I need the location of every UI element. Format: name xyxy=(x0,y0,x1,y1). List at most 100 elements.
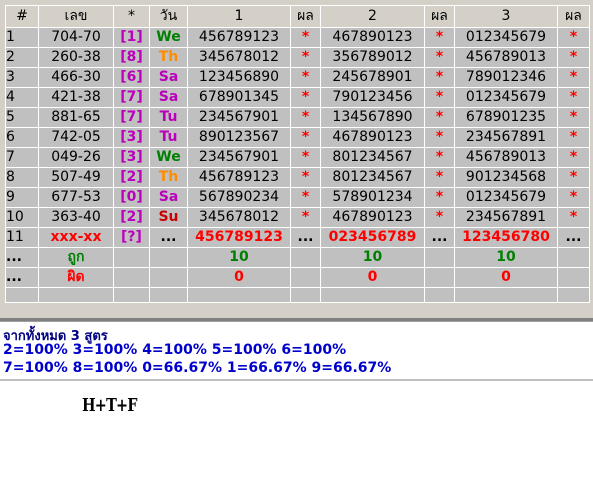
column-header[interactable]: ผล xyxy=(424,5,455,28)
ellipsis: ... xyxy=(290,227,321,248)
empty-cell xyxy=(290,287,321,303)
lottery-number: 421-38 xyxy=(38,87,114,108)
ellipsis: ... xyxy=(424,227,455,248)
result-2-mark: * xyxy=(424,67,455,88)
formula-1-digits: 123456890 xyxy=(187,67,291,88)
result-2-mark: * xyxy=(424,47,455,68)
lottery-number: 881-65 xyxy=(38,107,114,128)
result-1-mark: * xyxy=(290,207,321,228)
empty-cell xyxy=(290,267,321,288)
bracket-digit: [7] xyxy=(113,107,150,128)
row-number: 4 xyxy=(5,87,39,108)
result-2-mark: * xyxy=(424,187,455,208)
formula-2-digits: 467890123 xyxy=(320,127,425,148)
table-row[interactable]: 8 507-49 [2] Th 456789123 * 801234567 * 90123456… xyxy=(5,167,590,188)
result-2-mark: * xyxy=(424,87,455,108)
ellipsis: ... xyxy=(149,227,188,248)
formula-3-digits: 901234568 xyxy=(454,167,558,188)
result-3-mark: * xyxy=(557,147,590,168)
table-row[interactable]: 2 260-38 [8] Th 345678012 * 356789012 * 45678901… xyxy=(5,47,590,68)
table-row[interactable]: 4 421-38 [7] Sa 678901345 * 790123456 * 01234567… xyxy=(5,87,590,108)
formula-3-digits: 678901235 xyxy=(454,107,558,128)
pending-row[interactable]: 11 xxx-xx [?]... 456789123... 023456789... 12… xyxy=(5,227,590,248)
bracket-digit: [3] xyxy=(113,147,150,168)
result-3-mark: * xyxy=(557,207,590,228)
row-number: ... xyxy=(5,267,39,288)
prediction-2: 023456789 xyxy=(320,227,425,248)
bracket-digit: [6] xyxy=(113,67,150,88)
row-number: 9 xyxy=(5,187,39,208)
results-grid: # เลข * วัน 1 ผล 2 ผล 3 ผล 1 704-70 [1] We 456789123 * 4… xyxy=(0,0,593,318)
column-header[interactable]: * xyxy=(113,5,150,28)
row-number: 8 xyxy=(5,167,39,188)
column-header[interactable]: 1 xyxy=(187,5,291,28)
column-header[interactable]: # xyxy=(5,5,39,28)
formula-1-digits: 567890234 xyxy=(187,187,291,208)
column-header[interactable]: ผล xyxy=(290,5,321,28)
lottery-number: 677-53 xyxy=(38,187,114,208)
formula-1-digits: 345678012 xyxy=(187,47,291,68)
result-2-mark: * xyxy=(424,207,455,228)
formula-1-digits: 890123567 xyxy=(187,127,291,148)
column-header[interactable]: 3 xyxy=(454,5,558,28)
row-number: 6 xyxy=(5,127,39,148)
formula-2-digits: 790123456 xyxy=(320,87,425,108)
row-number: 5 xyxy=(5,107,39,128)
empty-cell xyxy=(113,287,150,303)
result-1-mark: * xyxy=(290,27,321,48)
empty-cell xyxy=(557,247,590,268)
empty-cell xyxy=(38,287,114,303)
result-2-mark: * xyxy=(424,27,455,48)
row-number: 2 xyxy=(5,47,39,68)
bracket-digit: [2] xyxy=(113,167,150,188)
table-header-row: # เลข * วัน 1 ผล 2 ผล 3 ผล xyxy=(5,5,590,28)
formula-1-digits: 456789123 xyxy=(187,27,291,48)
row-number: 11 xyxy=(5,227,39,248)
column-header[interactable]: วัน xyxy=(149,5,188,28)
formula-3-digits: 234567891 xyxy=(454,127,558,148)
result-3-mark: * xyxy=(557,187,590,208)
formula-2-digits: 801234567 xyxy=(320,147,425,168)
stat-value-2: 0 xyxy=(320,267,425,288)
table-row[interactable]: 3 466-30 [6] Sa 123456890 * 245678901 * 78901234… xyxy=(5,67,590,88)
column-header[interactable]: ผล xyxy=(557,5,590,28)
empty-cell xyxy=(557,267,590,288)
weekday: Sa xyxy=(149,87,188,108)
formula-3-digits: 789012346 xyxy=(454,67,558,88)
bracket-digit: [2] xyxy=(113,207,150,228)
summary-stats-line-1: 2=100% 3=100% 4=100% 5=100% 6=100% xyxy=(3,342,347,358)
column-header[interactable]: เลข xyxy=(38,5,114,28)
table-row[interactable]: 9 677-53 [0] Sa 567890234 * 578901234 * 01234567… xyxy=(5,187,590,208)
empty-cell xyxy=(5,287,39,303)
table-row[interactable]: 6 742-05 [3] Tu 890123567 * 467890123 * 23456789… xyxy=(5,127,590,148)
result-1-mark: * xyxy=(290,187,321,208)
result-2-mark: * xyxy=(424,107,455,128)
pending-bracket: [?] xyxy=(113,227,150,248)
empty-cell xyxy=(290,247,321,268)
bracket-digit: [7] xyxy=(113,87,150,108)
table-row[interactable]: 5 881-65 [7] Tu 234567901 * 134567890 * 67890123… xyxy=(5,107,590,128)
row-number: ... xyxy=(5,247,39,268)
formula-2-digits: 467890123 xyxy=(320,27,425,48)
formula-3-digits: 012345679 xyxy=(454,187,558,208)
weekday: Th xyxy=(149,47,188,68)
result-2-mark: * xyxy=(424,167,455,188)
empty-cell xyxy=(149,287,188,303)
row-number: 10 xyxy=(5,207,39,228)
formula-3-digits: 456789013 xyxy=(454,147,558,168)
summary-panel: จากทั้งหมด 3 สูตร 2=100% 3=100% 4=100% 5… xyxy=(0,321,593,379)
empty-cell xyxy=(454,287,558,303)
result-1-mark: * xyxy=(290,107,321,128)
weekday: We xyxy=(149,147,188,168)
formula-1-digits: 345678012 xyxy=(187,207,291,228)
weekday: Su xyxy=(149,207,188,228)
table-row[interactable]: 1 704-70 [1] We 456789123 * 467890123 * 01234567… xyxy=(5,27,590,48)
formula-3-digits: 012345679 xyxy=(454,27,558,48)
column-header[interactable]: 2 xyxy=(320,5,425,28)
table-row[interactable]: 7 049-26 [3] We 234567901 * 801234567 * 45678901… xyxy=(5,147,590,168)
lottery-number: 742-05 xyxy=(38,127,114,148)
formula-1-digits: 234567901 xyxy=(187,147,291,168)
table-row[interactable]: 10 363-40 [2] Su 345678012 * 467890123 * 2345678… xyxy=(5,207,590,228)
wrong-count-row: ... ผิด 0 0 0 xyxy=(5,267,590,288)
empty-cell xyxy=(424,267,455,288)
